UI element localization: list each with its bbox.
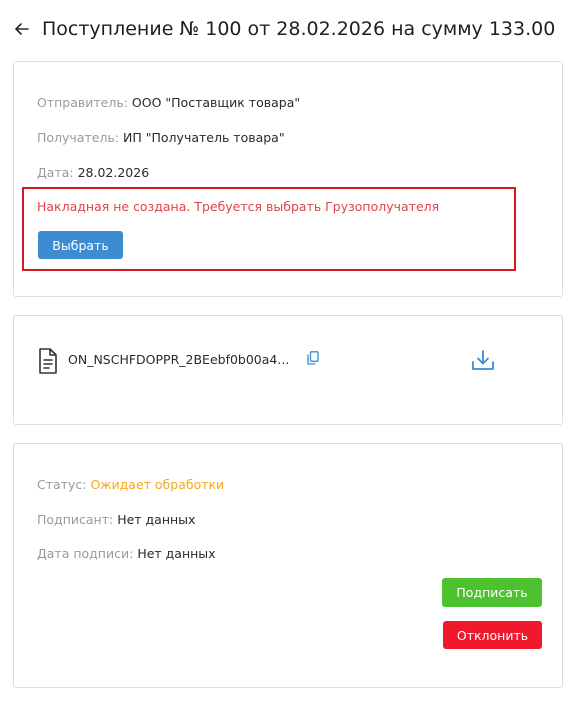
sender-label: Отправитель: [37, 95, 128, 110]
sign-date-label: Дата подписи: [37, 546, 134, 561]
signing-card: Статус: Ожидает обработки Подписант: Нет д… [13, 443, 563, 688]
status-badge: Ожидает обработки [90, 477, 225, 492]
arrow-left-icon [15, 23, 29, 35]
signer-value: Нет данных [117, 512, 196, 527]
date-row: Дата: 28.02.2026 [37, 165, 149, 180]
recipient-row: Получатель: ИП "Получатель товара" [37, 130, 285, 145]
sign-date-value: Нет данных [137, 546, 216, 561]
sender-value: ООО "Поставщик товара" [131, 95, 301, 110]
file-name[interactable]: ON_NSCHFDOPPR_2BEebf0b00a4... [68, 352, 289, 367]
file-card: ON_NSCHFDOPPR_2BEebf0b00a4... [13, 315, 563, 425]
back-button[interactable] [12, 19, 32, 39]
sign-button[interactable]: Подписать [442, 578, 542, 607]
status-row: Статус: Ожидает обработки [37, 477, 224, 492]
reject-button[interactable]: Отклонить [443, 621, 542, 649]
document-info-card: Отправитель: ООО "Поставщик товара" Получ… [13, 61, 563, 297]
date-label: Дата: [37, 165, 74, 180]
page-title: Поступление № 100 от 28.02.2026 на сумму… [42, 18, 556, 40]
status-label: Статус: [37, 477, 87, 492]
copy-icon[interactable] [307, 351, 319, 365]
consignee-alert: Накладная не создана. Требуется выбрать … [22, 187, 516, 271]
document-icon [39, 348, 57, 374]
sign-date-row: Дата подписи: Нет данных [37, 546, 216, 561]
alert-message: Накладная не создана. Требуется выбрать … [37, 199, 440, 214]
signer-row: Подписант: Нет данных [37, 512, 195, 527]
download-icon[interactable] [471, 348, 495, 372]
select-consignee-button[interactable]: Выбрать [38, 231, 123, 259]
sender-row: Отправитель: ООО "Поставщик товара" [37, 95, 300, 110]
recipient-label: Получатель: [37, 130, 120, 145]
recipient-value: ИП "Получатель товара" [123, 130, 285, 145]
date-value: 28.02.2026 [77, 165, 150, 180]
page-header: Поступление № 100 от 28.02.2026 на сумму… [12, 14, 555, 44]
signer-label: Подписант: [37, 512, 114, 527]
